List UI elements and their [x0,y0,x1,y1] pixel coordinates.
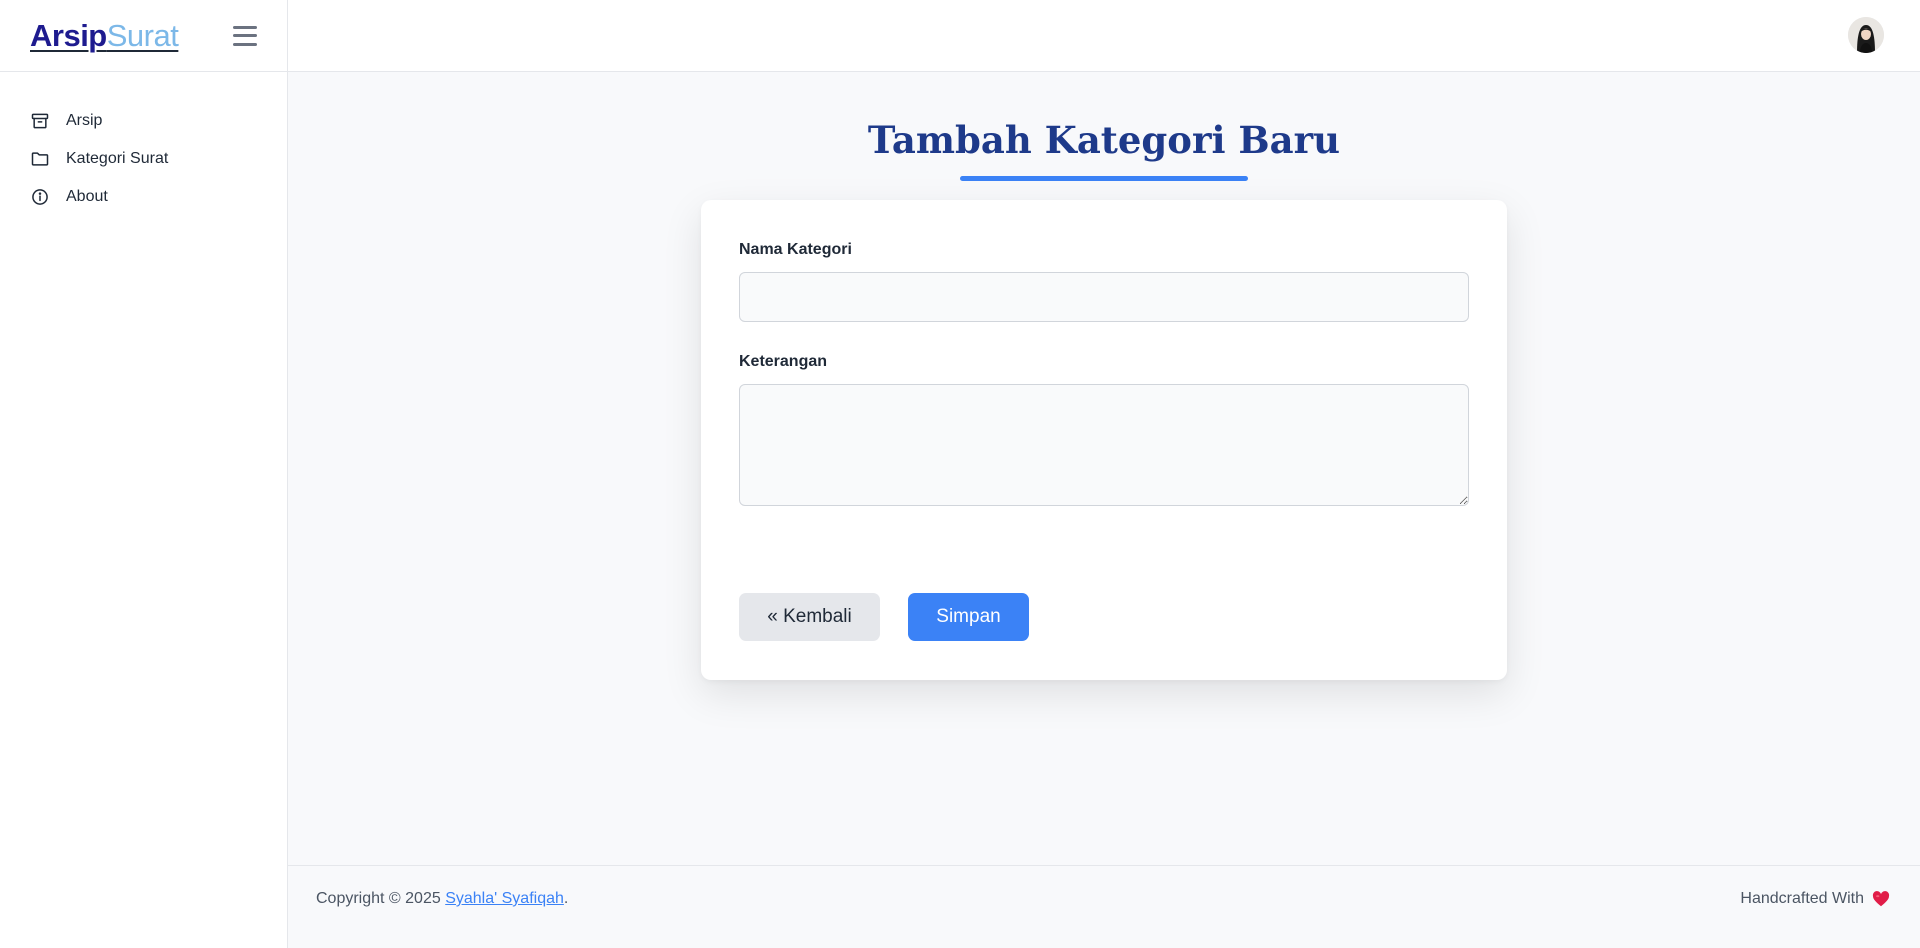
page-title: Tambah Kategori Baru [867,118,1341,162]
back-button[interactable]: « Kembali [739,593,880,641]
sidebar-item-label: Kategori Surat [66,150,169,167]
sidebar-item-label: About [66,188,108,205]
sidebar-item-kategori-surat[interactable]: Kategori Surat [0,140,287,178]
handcrafted-label: Handcrafted With [1740,890,1864,907]
brand-part-arsip: Arsip [30,17,107,53]
author-link[interactable]: Syahla' Syafiqah [445,890,564,907]
info-icon [30,187,50,207]
sidebar: ArsipSurat Arsip Kategori Surat About [0,0,288,948]
category-name-input[interactable] [739,272,1469,322]
menu-toggle-icon[interactable] [233,25,257,46]
add-category-form: Nama Kategori Keterangan « Kembali Simpa… [701,200,1507,680]
sidebar-item-label: Arsip [66,112,103,129]
user-avatar[interactable] [1848,17,1884,53]
brand-part-surat: Surat [106,17,179,53]
save-button[interactable]: Simpan [908,593,1029,641]
description-textarea[interactable] [739,384,1469,506]
sidebar-item-arsip[interactable]: Arsip [0,102,287,140]
topbar [288,0,1920,72]
copyright-text: Copyright © 2025 Syahla' Syafiqah. [316,890,568,908]
title-underline [960,176,1248,181]
copyright-suffix: . [563,890,569,907]
handcrafted-text: Handcrafted With [1740,890,1890,908]
folder-icon [30,149,50,169]
footer: Copyright © 2025 Syahla' Syafiqah. Handc… [288,865,1920,948]
sidebar-item-about[interactable]: About [0,178,287,216]
brand-bar: ArsipSurat [0,0,287,72]
category-name-label: Nama Kategori [739,241,852,258]
copyright-prefix: Copyright © 2025 [316,890,446,907]
sidebar-nav: Arsip Kategori Surat About [0,72,287,216]
heart-icon [1872,891,1890,907]
brand-logo[interactable]: ArsipSurat [30,17,179,54]
description-label: Keterangan [739,353,828,370]
archive-icon [30,111,50,131]
